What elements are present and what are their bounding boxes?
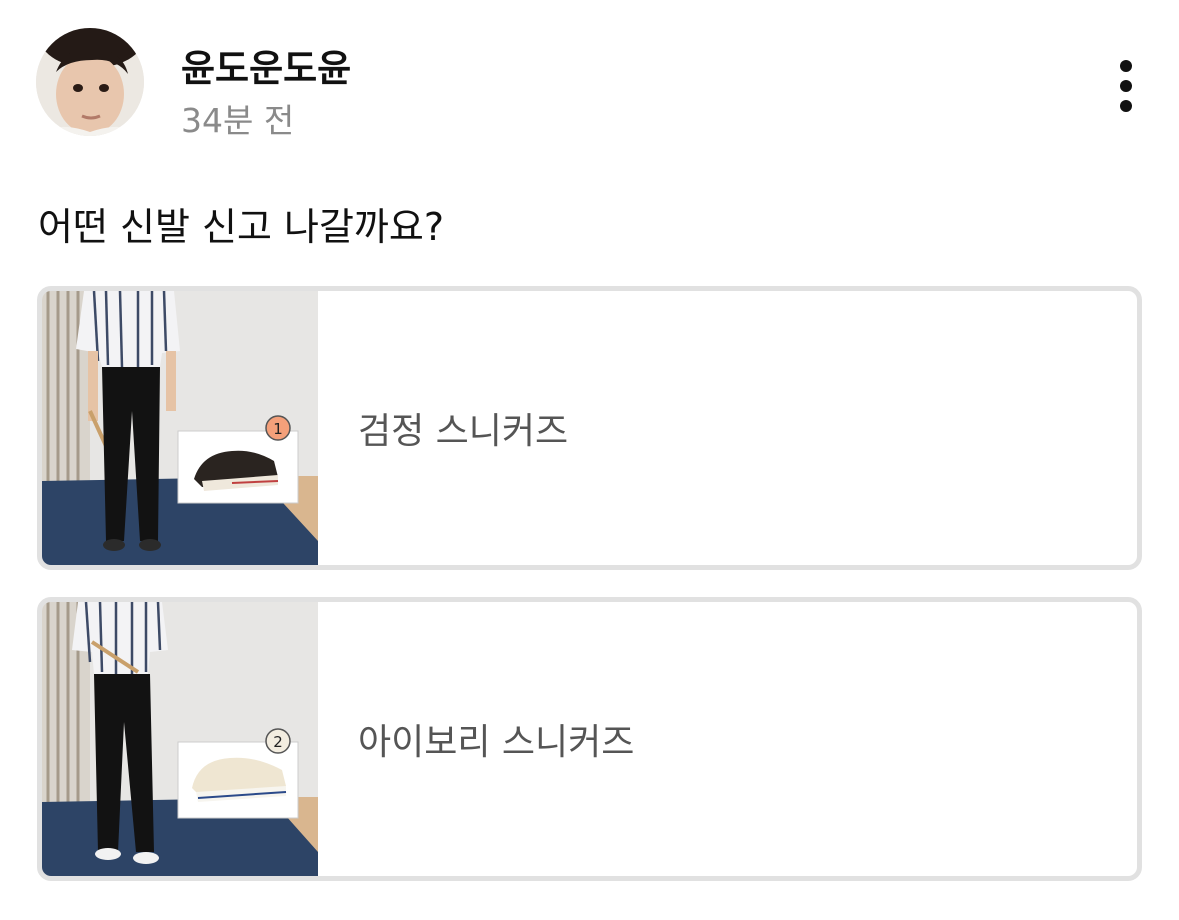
- author-name[interactable]: 윤도운도윤: [181, 38, 351, 92]
- more-options-icon[interactable]: [1106, 56, 1146, 116]
- poll-option-1[interactable]: 1 검정 스니커즈: [37, 286, 1142, 570]
- post-timestamp: 34분 전: [181, 101, 295, 140]
- svg-text:1: 1: [273, 420, 283, 438]
- poll-option-2[interactable]: 2 아이보리 스니커즈: [37, 597, 1142, 881]
- post-header: 윤도운도윤 34분 전: [36, 28, 1146, 140]
- svg-text:2: 2: [273, 733, 283, 751]
- more-dot: [1120, 80, 1132, 92]
- author-avatar[interactable]: [36, 28, 144, 136]
- poll-option-2-label: 아이보리 스니커즈: [358, 722, 635, 763]
- avatar-image: [36, 28, 144, 136]
- poll-question: 어떤 신발 신고 나갈까요?: [38, 205, 445, 249]
- post-card: 윤도운도윤 34분 전 어떤 신발 신고 나갈까요? 1 검정 스니커즈 2 아…: [0, 0, 1179, 920]
- poll-option-1-label: 검정 스니커즈: [358, 411, 569, 452]
- more-dot: [1120, 60, 1132, 72]
- poll-option-2-image: 2: [42, 602, 318, 876]
- more-dot: [1120, 100, 1132, 112]
- poll-option-1-image: 1: [42, 291, 318, 565]
